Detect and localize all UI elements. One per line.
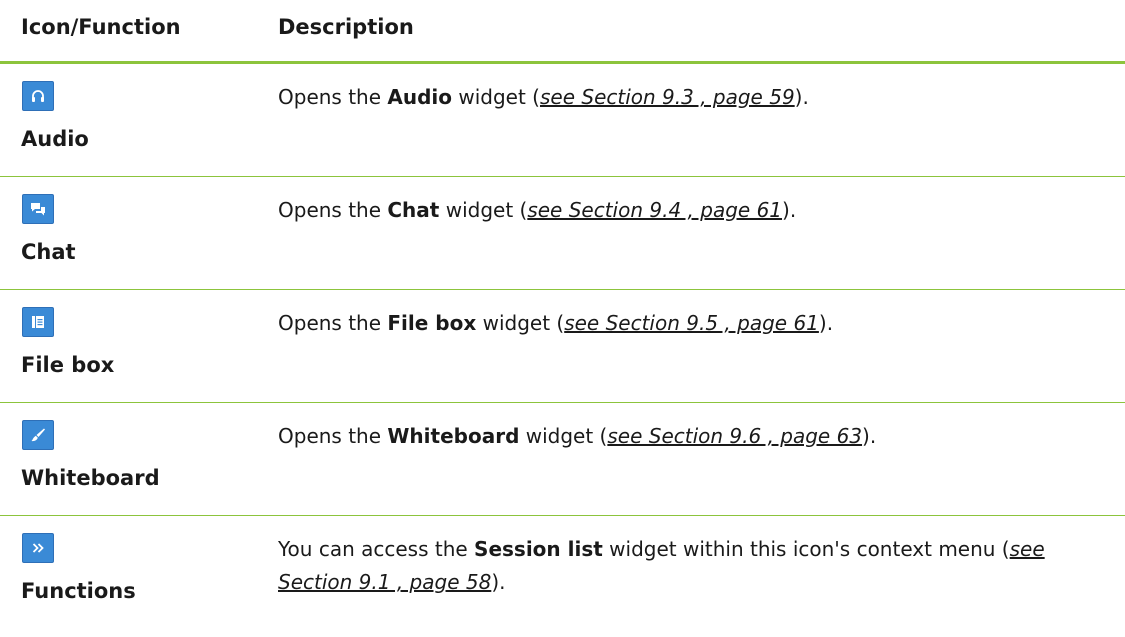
description-whiteboard: Opens the Whiteboard widget (see Section… [278,420,1108,453]
function-label-audio: Audio [21,127,89,151]
brush-icon [31,428,45,442]
cross-reference-link[interactable]: see Section 9.6 , page 63 [607,424,862,448]
desc-widget-name: Whiteboard [387,424,520,448]
whiteboard-button[interactable] [22,420,54,450]
desc-text: widget ( [452,85,540,109]
desc-text: ). [794,85,809,109]
cross-reference-link[interactable]: see Section 9.3 , page 59 [540,85,795,109]
table-row-whiteboard: Whiteboard Opens the Whiteboard widget (… [0,403,1125,516]
headset-icon [32,90,44,102]
header-description: Description [278,15,414,39]
desc-widget-name: Audio [387,85,453,109]
desc-text: ). [782,198,797,222]
desc-text: widget ( [439,198,528,222]
functions-button[interactable] [22,533,54,563]
function-label-chat: Chat [21,240,76,264]
function-label-functions: Functions [21,579,136,603]
function-table: Icon/Function Description Audio Opens th… [0,0,1125,629]
desc-text: ). [862,424,877,448]
description-file-box: Opens the File box widget (see Section 9… [278,307,1108,340]
table-row-audio: Audio Opens the Audio widget (see Sectio… [0,64,1125,177]
desc-widget-name: Chat [387,198,440,222]
audio-button[interactable] [22,81,54,111]
file-stack-icon [32,316,44,328]
function-label-whiteboard: Whiteboard [21,466,160,490]
cross-reference-link[interactable]: see Section 9.4 , page 61 [527,198,782,222]
desc-text: ). [491,570,506,594]
table-header-row: Icon/Function Description [0,0,1125,64]
table-row-chat: Chat Opens the Chat widget (see Section … [0,177,1125,290]
desc-text: Opens the [278,85,388,109]
desc-text: ). [818,311,834,335]
desc-text: Opens the [278,424,388,448]
function-label-file-box: File box [21,353,115,377]
header-icon-function: Icon/Function [21,15,181,39]
double-chevron-right-icon [32,543,44,553]
table-row-file-box: File box Opens the File box widget (see … [0,290,1125,403]
chat-bubbles-icon [31,203,45,216]
desc-text: widget ( [519,424,608,448]
chat-button[interactable] [22,194,54,224]
description-audio: Opens the Audio widget (see Section 9.3 … [278,81,1108,114]
desc-text: widget within this icon's context menu ( [602,537,1010,561]
description-functions: You can access the Session list widget w… [278,533,1108,599]
desc-text: Opens the [278,198,388,222]
file-box-button[interactable] [22,307,54,337]
desc-widget-name: Session list [474,537,603,561]
desc-text: Opens the [278,311,388,335]
cross-reference-link[interactable]: see Section 9.5 , page 61 [564,311,819,335]
description-chat: Opens the Chat widget (see Section 9.4 ,… [278,194,1108,227]
desc-text: You can access the [278,537,475,561]
desc-text: widget ( [476,311,565,335]
desc-widget-name: File box [387,311,477,335]
table-row-functions: Functions You can access the Session lis… [0,516,1125,629]
